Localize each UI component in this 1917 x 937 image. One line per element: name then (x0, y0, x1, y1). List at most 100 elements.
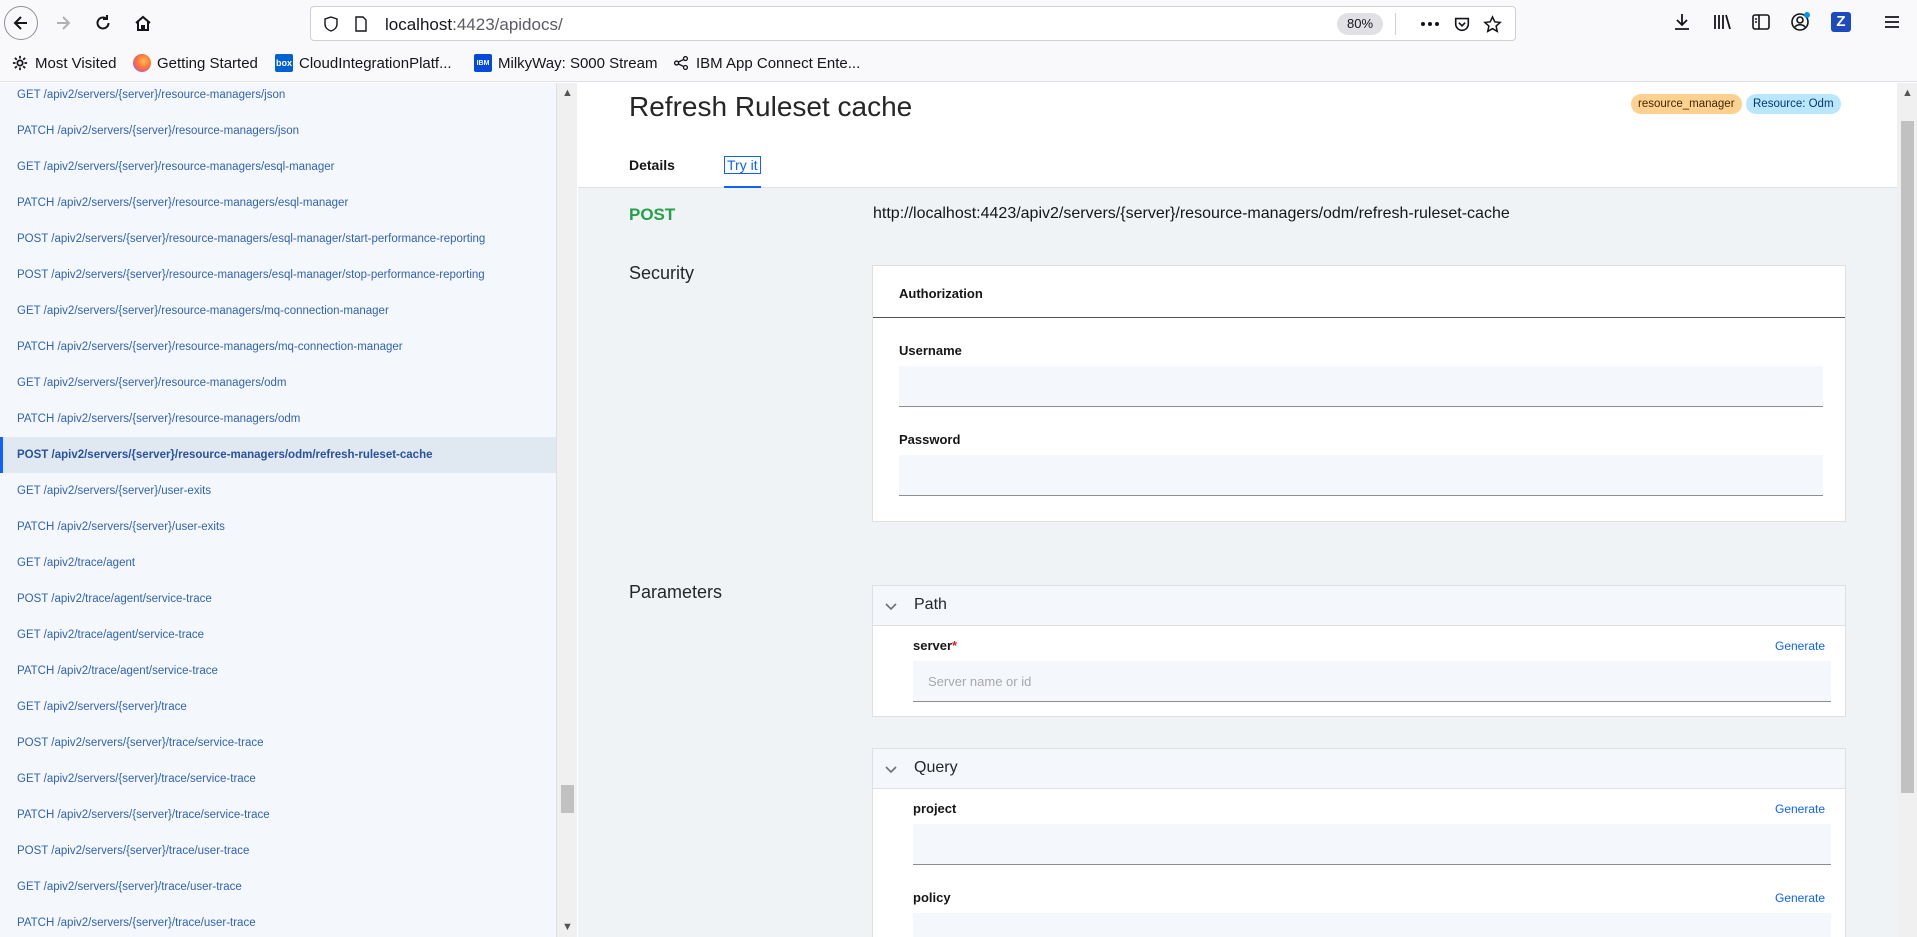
sidebar-item[interactable]: POST /apiv2/servers/{server}/resource-ma… (0, 221, 556, 257)
policy-input[interactable] (913, 913, 1831, 937)
chevron-down-icon (885, 766, 897, 774)
query-group-header[interactable]: Query (872, 748, 1846, 789)
zotero-extension-icon[interactable]: Z (1829, 10, 1853, 34)
tag-badge: resource_manager (1631, 94, 1742, 114)
sidebar-item[interactable]: GET /apiv2/servers/{server}/trace/user-t… (0, 869, 556, 905)
bookmark-star-icon[interactable] (1481, 14, 1503, 34)
authorization-title: Authorization (899, 286, 983, 301)
sidebar-item[interactable]: GET /apiv2/servers/{server}/resource-man… (0, 365, 556, 401)
sidebar-item[interactable]: PATCH /apiv2/servers/{server}/user-exits (0, 509, 556, 545)
password-field[interactable] (899, 455, 1823, 496)
authorization-card: Authorization Username Password (872, 265, 1846, 522)
bookmark-milkyway[interactable]: IBM MilkyWay: S000 Stream (474, 54, 658, 72)
forward-button[interactable] (46, 6, 80, 40)
sidebar-item[interactable]: GET /apiv2/trace/agent (0, 545, 556, 581)
active-tab-indicator (724, 186, 761, 188)
sidebar-item[interactable]: PATCH /apiv2/servers/{server}/trace/serv… (0, 797, 556, 833)
ibm-icon: IBM (474, 54, 492, 72)
sidebar-toggle-icon[interactable] (1749, 10, 1773, 34)
page-actions-icon[interactable] (1419, 14, 1441, 34)
sidebar-item[interactable]: GET /apiv2/servers/{server}/resource-man… (0, 293, 556, 329)
divider (873, 317, 1845, 318)
bookmark-cloudintegration[interactable]: box CloudIntegrationPlatf... (275, 54, 452, 72)
home-icon (135, 15, 151, 31)
sidebar-item[interactable]: PATCH /apiv2/servers/{server}/trace/user… (0, 905, 556, 937)
url-path: :4423/apidocs/ (452, 15, 563, 34)
library-icon[interactable] (1710, 10, 1734, 34)
page-content: GET /apiv2/servers/{server}/resource-man… (0, 83, 1917, 937)
tab-try-it[interactable]: Try it (724, 156, 761, 174)
scroll-down-icon[interactable]: ▼ (562, 921, 573, 933)
main-scrollbar[interactable]: ▲ (1897, 83, 1917, 937)
sidebar-item[interactable]: POST /apiv2/servers/{server}/resource-ma… (0, 257, 556, 293)
api-sidebar: GET /apiv2/servers/{server}/resource-man… (0, 83, 557, 937)
sidebar-item[interactable]: GET /apiv2/trace/agent/service-trace (0, 617, 556, 653)
username-label: Username (899, 343, 962, 358)
browser-toolbar: localhost:4423/apidocs/ 80% Z (0, 0, 1917, 46)
sidebar-item[interactable]: GET /apiv2/servers/{server}/trace/servic… (0, 761, 556, 797)
sidebar-item[interactable]: PATCH /apiv2/servers/{server}/resource-m… (0, 185, 556, 221)
pocket-icon[interactable] (1451, 14, 1473, 34)
account-icon[interactable] (1789, 10, 1813, 34)
bookmark-label: Most Visited (35, 54, 117, 72)
password-label: Password (899, 432, 961, 447)
main-panel: Refresh Ruleset cache resource_manager R… (578, 83, 1898, 937)
firefox-icon (133, 54, 151, 72)
url-host: localhost (385, 15, 453, 34)
policy-param-label: policy (913, 890, 951, 905)
username-field[interactable] (899, 366, 1823, 407)
path-params-card: server* Generate (872, 626, 1846, 717)
bookmark-getting-started[interactable]: Getting Started (133, 54, 258, 72)
sidebar-item[interactable]: POST /apiv2/servers/{server}/trace/user-… (0, 833, 556, 869)
shield-icon[interactable] (323, 16, 339, 32)
scroll-up-icon[interactable]: ▲ (562, 87, 573, 99)
bookmark-app-connect[interactable]: IBM App Connect Ente... (672, 54, 860, 72)
chevron-down-icon (885, 603, 897, 611)
path-group-header[interactable]: Path (872, 585, 1846, 626)
url-text[interactable]: localhost:4423/apidocs/ (385, 15, 563, 35)
generate-server-link[interactable]: Generate (1775, 639, 1825, 653)
project-input[interactable] (913, 824, 1831, 865)
sidebar-scroll-thumb[interactable] (561, 785, 574, 813)
bookmark-most-visited[interactable]: Most Visited (11, 54, 116, 72)
query-params-card: project Generate policy Generate (872, 789, 1846, 937)
back-button[interactable] (4, 6, 38, 40)
main-scroll-thumb[interactable] (1901, 121, 1914, 793)
sidebar-item[interactable]: GET /apiv2/servers/{server}/resource-man… (0, 83, 556, 113)
sidebar-item[interactable]: GET /apiv2/servers/{server}/trace (0, 689, 556, 725)
sidebar-item[interactable]: PATCH /apiv2/servers/{server}/resource-m… (0, 401, 556, 437)
url-bar[interactable]: localhost:4423/apidocs/ 80% (310, 6, 1516, 41)
sidebar-scrollbar[interactable]: ▲ ▼ (557, 83, 577, 937)
sidebar-item[interactable]: PATCH /apiv2/servers/{server}/resource-m… (0, 329, 556, 365)
tab-details[interactable]: Details (629, 157, 675, 173)
sidebar-item[interactable]: GET /apiv2/servers/{server}/user-exits (0, 473, 556, 509)
gear-icon (11, 54, 29, 72)
home-button[interactable] (126, 6, 160, 40)
sidebar-item[interactable]: POST /apiv2/trace/agent/service-trace (0, 581, 556, 617)
server-input[interactable] (913, 661, 1831, 702)
menu-icon[interactable] (1880, 10, 1904, 34)
bookmark-label: MilkyWay: S000 Stream (498, 54, 658, 72)
generate-policy-link[interactable]: Generate (1775, 891, 1825, 905)
project-param-label: project (913, 801, 957, 816)
parameters-section-label: Parameters (629, 582, 723, 602)
http-method: POST (629, 205, 676, 224)
sidebar-item[interactable]: GET /apiv2/servers/{server}/resource-man… (0, 149, 556, 185)
sidebar-item[interactable]: PATCH /apiv2/servers/{server}/resource-m… (0, 113, 556, 149)
generate-project-link[interactable]: Generate (1775, 802, 1825, 816)
arrow-right-icon (57, 16, 71, 30)
box-icon: box (275, 54, 293, 72)
reload-button[interactable] (86, 6, 120, 40)
scroll-up-icon[interactable]: ▲ (1902, 87, 1913, 99)
download-icon[interactable] (1670, 10, 1694, 34)
zoom-level[interactable]: 80% (1337, 13, 1383, 35)
path-group-title: Path (914, 596, 947, 613)
sidebar-item[interactable]: PATCH /apiv2/trace/agent/service-trace (0, 653, 556, 689)
endpoint-url: http://localhost:4423/apiv2/servers/{ser… (873, 205, 1510, 222)
operation-header: Refresh Ruleset cache resource_manager R… (578, 83, 1898, 188)
reload-icon (96, 15, 110, 30)
sidebar-item[interactable]: POST /apiv2/servers/{server}/resource-ma… (0, 437, 556, 473)
sidebar-item[interactable]: POST /apiv2/servers/{server}/trace/servi… (0, 725, 556, 761)
page-info-icon[interactable] (353, 16, 369, 32)
zotero-z-glyph: Z (1831, 12, 1851, 32)
